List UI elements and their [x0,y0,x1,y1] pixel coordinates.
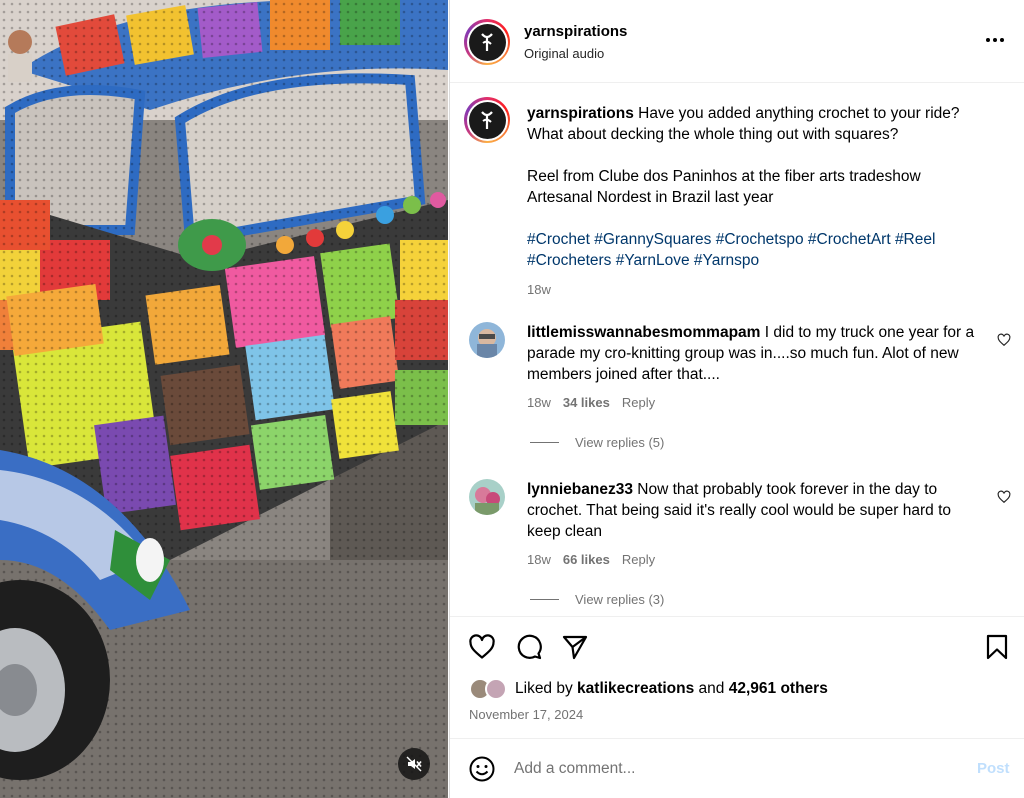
post-panel: yarnspirations Original audio yarnspirat… [449,0,1024,798]
audio-label[interactable]: Original audio [524,46,604,61]
hashtag[interactable]: #Crochetspo [716,231,804,248]
post-age[interactable]: 18w [527,279,997,300]
hashtag[interactable]: #Reel [895,231,936,248]
caption-line-1: Have you added anything crochet to your … [638,105,960,122]
view-replies-button[interactable]: View replies (5) [530,435,664,450]
liker-avatars[interactable] [469,678,511,700]
caption-line-4: Artesanal Nordest in Brazil last year [527,189,774,206]
post-date[interactable]: November 17, 2024 [469,707,583,722]
caption-username[interactable]: yarnspirations [527,105,634,122]
likes-count[interactable]: 42,961 others [729,680,828,698]
comment-meta: 18w 34 likes Reply [527,395,655,410]
hashtag[interactable]: #Crocheters [527,252,611,269]
comment-body: lynniebanez33 Now that probably took for… [527,479,987,542]
hashtag[interactable]: #Crochet [527,231,590,248]
hashtag[interactable]: #CrochetArt [808,231,891,248]
comment-likes[interactable]: 34 likes [563,395,610,410]
comment-body: littlemisswannabesmommapam I did to my t… [527,322,987,385]
view-replies-button[interactable]: View replies (3) [530,592,664,607]
comment-input[interactable] [514,757,954,781]
comment-meta: 18w 66 likes Reply [527,552,655,567]
liker-username[interactable]: katlikecreations [577,680,694,698]
caption-line-2: What about decking the whole thing out w… [527,126,899,143]
liker-avatar [485,678,507,700]
comment-likes[interactable]: 66 likes [563,552,610,567]
post-button[interactable]: Post [977,760,1010,777]
caption-avatar[interactable] [464,97,510,143]
comment-icon[interactable] [515,633,543,661]
comment-age[interactable]: 18w [527,552,551,567]
commenter-avatar[interactable] [469,322,505,358]
hashtag[interactable]: #YarnLove [616,252,690,269]
emoji-icon[interactable] [469,756,495,782]
author-avatar[interactable] [464,19,510,65]
caption-line-3: Reel from Clube dos Paninhos at the fibe… [527,168,921,185]
yarnspirations-logo-icon [481,111,493,129]
comment-like-heart-icon[interactable] [997,490,1011,504]
commenter-username[interactable]: littlemisswannabesmommapam [527,324,760,341]
view-replies-label: View replies (5) [575,435,665,450]
muted-speaker-icon [406,756,422,772]
post-header: yarnspirations Original audio [450,0,1024,83]
mute-toggle-button[interactable] [398,748,430,780]
reply-button[interactable]: Reply [622,552,655,567]
caption: yarnspirations Have you added anything c… [527,103,997,300]
heart-icon[interactable] [468,633,496,661]
crochet-car-image [0,0,448,798]
hashtag[interactable]: #GrannySquares [594,231,711,248]
hashtag[interactable]: #Yarnspo [694,252,759,269]
add-comment-bar: Post [450,738,1024,798]
comment-like-heart-icon[interactable] [997,333,1011,347]
author-username[interactable]: yarnspirations [524,23,627,40]
more-options-button[interactable] [980,30,1010,50]
reply-button[interactable]: Reply [622,395,655,410]
yarnspirations-logo-icon [481,33,493,51]
bookmark-icon[interactable] [983,633,1011,661]
liked-by-prefix: Liked by [515,680,573,697]
liked-by: Liked by katlikecreations and 42,961 oth… [469,678,828,700]
reel-video[interactable] [0,0,448,798]
view-replies-label: View replies (3) [575,592,665,607]
more-options-icon [986,38,990,42]
commenter-avatar[interactable] [469,479,505,515]
liked-by-and: and [698,680,725,697]
commenter-username[interactable]: lynniebanez33 [527,481,633,498]
share-icon[interactable] [561,633,589,661]
hashtag-list: #Crochet #GrannySquares #Crochetspo #Cro… [527,229,997,271]
comment-age[interactable]: 18w [527,395,551,410]
